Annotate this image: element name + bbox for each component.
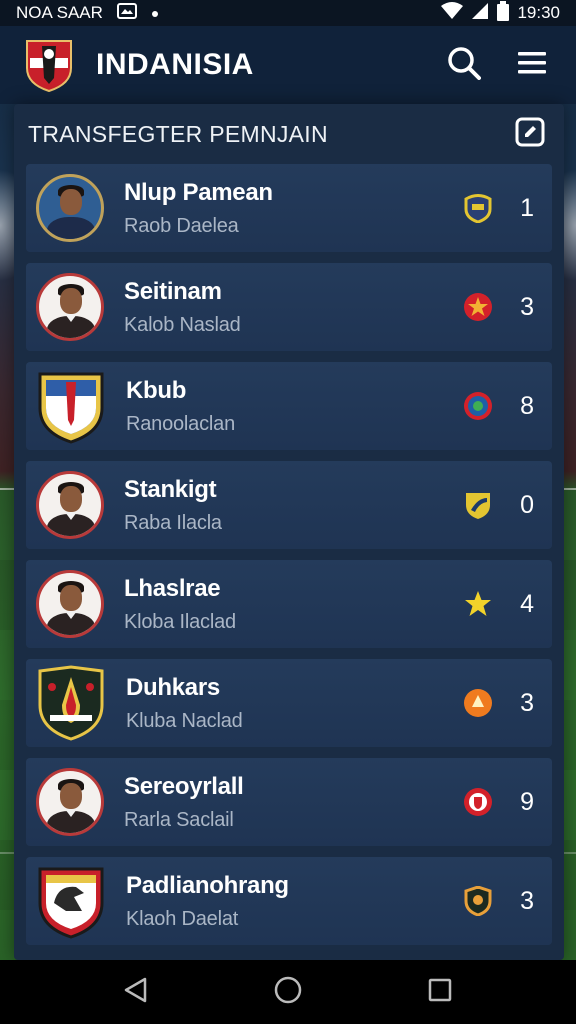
player-name: Nlup Pamean [124, 178, 273, 206]
club-crest-icon [36, 665, 106, 741]
club-name: Klaoh Daelat [126, 907, 239, 930]
round-crest-badge-icon [462, 390, 494, 422]
hamburger-menu-icon [518, 51, 546, 80]
transfer-count: 8 [520, 391, 534, 420]
player-name: Kbub [126, 376, 187, 404]
transfer-count: 0 [520, 490, 534, 519]
transfer-count: 3 [520, 292, 534, 321]
list-item[interactable]: Sereoyrlall Rarla Saclail 9 [26, 758, 552, 846]
club-name: Raob Daelea [124, 214, 239, 237]
club-crest-icon [36, 863, 106, 939]
transfer-count: 3 [520, 688, 534, 717]
list-item[interactable]: Nlup Pamean Raob Daelea 1 [26, 164, 552, 252]
list-item[interactable]: Lhaslrae Kloba Ilaclad 4 [26, 560, 552, 648]
player-name: Padlianohrang [126, 871, 289, 899]
club-name: Ranoolaclan [126, 412, 235, 435]
home-circle-icon [274, 976, 302, 1009]
back-button[interactable] [116, 972, 156, 1012]
player-name: Sereoyrlall [124, 772, 244, 800]
panel-header: TRANSFEGTER PEMNJAIN [14, 104, 564, 164]
signal-icon [471, 2, 489, 25]
club-name: Kalob Naslad [124, 313, 241, 336]
club-name: Kluba Naclad [126, 709, 243, 732]
transfer-count: 4 [520, 589, 534, 618]
search-button[interactable] [444, 45, 484, 85]
list-item[interactable]: Padlianohrang Klaoh Daelat 3 [26, 857, 552, 945]
club-name: Raba Ilacla [124, 511, 222, 534]
carrier-label: NOA SAAR [16, 3, 103, 22]
player-name: Seitinam [124, 277, 222, 305]
list-item[interactable]: Stankigt Raba Ilacla 0 [26, 461, 552, 549]
red-star-badge-icon [462, 291, 494, 323]
app-header: INDANISIA [0, 26, 576, 104]
player-name: Stankigt [124, 475, 217, 503]
player-avatar [36, 174, 104, 242]
player-name: Lhaslrae [124, 574, 221, 602]
player-avatar [36, 273, 104, 341]
player-name: Duhkars [126, 673, 220, 701]
transfer-count: 3 [520, 886, 534, 915]
club-crest-icon [36, 368, 106, 444]
edit-icon [515, 117, 545, 152]
dot-icon [151, 3, 159, 23]
notification-icon [116, 2, 137, 24]
orange-badge-icon [462, 687, 494, 719]
red-crest-badge-icon [462, 786, 494, 818]
list-item[interactable]: Duhkars Kluba Naclad 3 [26, 659, 552, 747]
panel-title: TRANSFEGTER PEMNJAIN [28, 120, 328, 147]
app-title: INDANISIA [96, 48, 254, 81]
wifi-icon [441, 1, 464, 25]
clock: 19:30 [517, 3, 560, 22]
transfer-list: Nlup Pamean Raob Daelea 1 Seitinam Kalob… [14, 164, 564, 945]
edit-button[interactable] [510, 114, 550, 154]
list-item[interactable]: Seitinam Kalob Naslad 3 [26, 263, 552, 351]
club-name: Kloba Ilaclad [124, 610, 236, 633]
player-avatar [36, 471, 104, 539]
transfer-panel: TRANSFEGTER PEMNJAIN Nlup Pamean Raob Da… [14, 104, 564, 960]
search-icon [447, 46, 481, 85]
battery-icon [497, 0, 510, 26]
star-badge-icon [462, 588, 494, 620]
transfer-count: 1 [520, 193, 534, 222]
back-triangle-icon [123, 977, 149, 1008]
yellow-shield-badge-icon [462, 489, 494, 521]
recents-button[interactable] [420, 972, 460, 1012]
transfer-count: 9 [520, 787, 534, 816]
list-item[interactable]: Kbub Ranoolaclan 8 [26, 362, 552, 450]
recents-square-icon [428, 978, 452, 1007]
player-avatar [36, 570, 104, 638]
shield-badge-icon [462, 192, 494, 224]
orange-shield-badge-icon [462, 885, 494, 917]
home-button[interactable] [268, 972, 308, 1012]
system-nav-bar [0, 960, 576, 1024]
menu-button[interactable] [512, 45, 552, 85]
status-bar: NOA SAAR 19:30 [0, 0, 576, 26]
club-name: Rarla Saclail [124, 808, 234, 831]
player-avatar [36, 768, 104, 836]
app-logo-icon [24, 38, 74, 93]
